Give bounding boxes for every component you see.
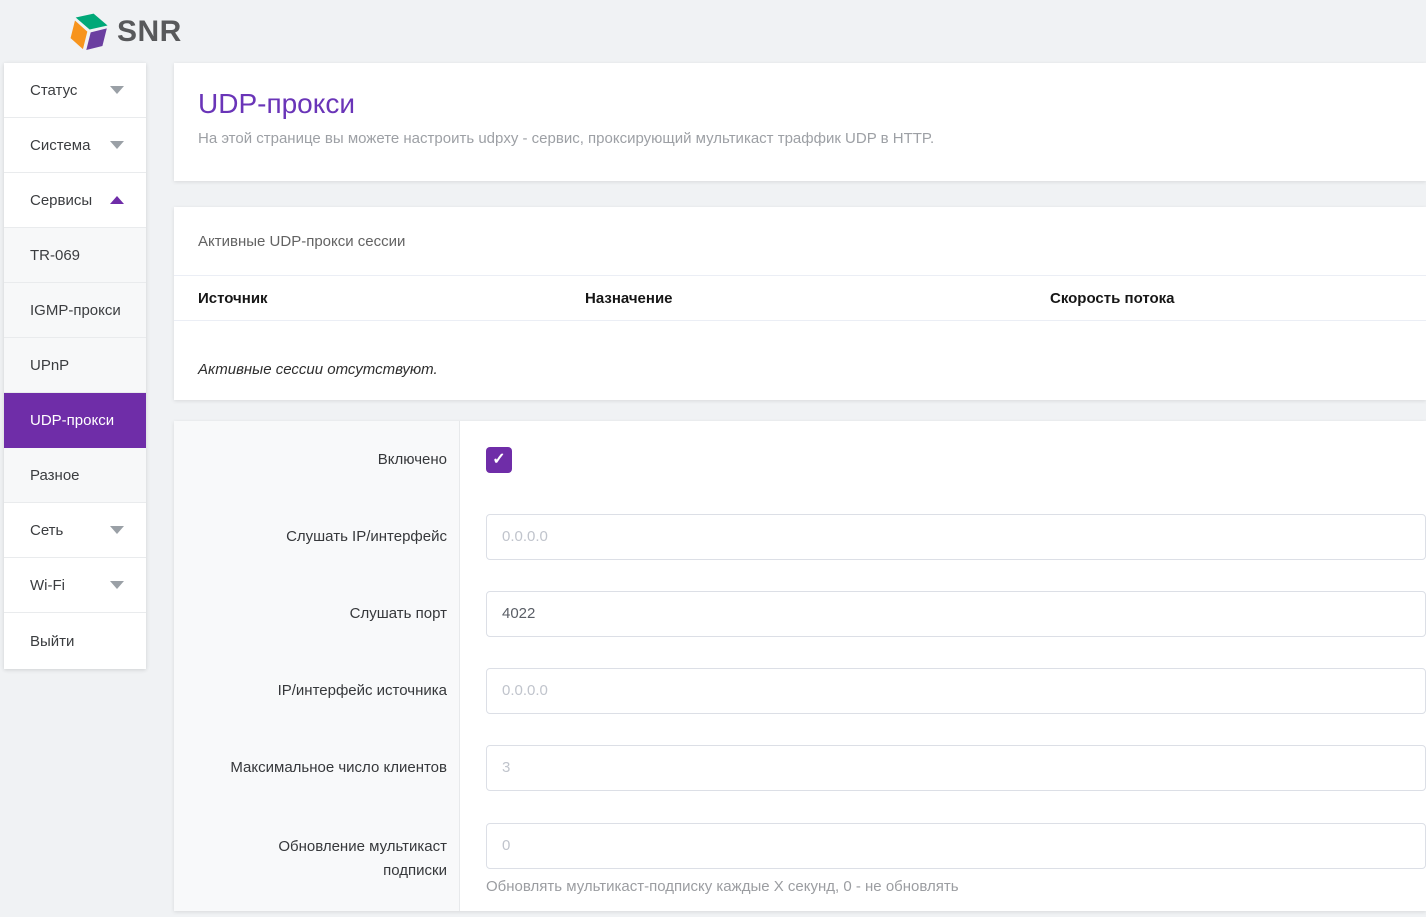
sidebar-item-network[interactable]: Сеть — [4, 503, 146, 558]
udp-proxy-settings-form: Включено Слушать IP/интерфейс Слушать по… — [174, 421, 1426, 911]
page-title: UDP-прокси — [198, 88, 1402, 120]
sidebar-item-tr069[interactable]: TR-069 — [4, 228, 146, 283]
sidebar-item-udp-proxy[interactable]: UDP-прокси — [4, 393, 146, 448]
sidebar-item-misc[interactable]: Разное — [4, 448, 146, 503]
form-input-column: ✓ Обновлять мультикаст-подписку каждые X… — [460, 421, 1426, 911]
column-header-source: Источник — [198, 290, 585, 307]
brand-logo: SNR — [70, 11, 182, 53]
sidebar-nav: Статус Система Сервисы TR-069 IGMP-прокс… — [4, 63, 146, 669]
listen-port-label: Слушать порт — [174, 575, 459, 652]
page-subtitle: На этой странице вы можете настроить udp… — [198, 130, 1402, 147]
sidebar-item-logout[interactable]: Выйти — [4, 613, 146, 669]
chevron-down-icon — [110, 86, 124, 94]
listen-ip-label: Слушать IP/интерфейс — [174, 498, 459, 575]
chevron-down-icon — [110, 526, 124, 534]
brand-name: SNR — [117, 17, 182, 47]
sidebar-item-label: Разное — [30, 467, 80, 484]
multicast-renew-help: Обновлять мультикаст-подписку каждые X с… — [486, 878, 959, 895]
page-header-card: UDP-прокси На этой странице вы можете на… — [174, 63, 1426, 181]
chevron-up-icon — [110, 196, 124, 204]
sessions-table-header: Источник Назначение Скорость потока — [174, 276, 1426, 321]
cube-logo-icon — [70, 11, 108, 53]
sidebar-item-label: Wi-Fi — [30, 577, 65, 594]
column-header-bitrate: Скорость потока — [1050, 290, 1402, 307]
listen-port-row — [486, 575, 1426, 652]
multicast-renew-label: Обновление мультикаст подписки — [174, 806, 459, 911]
sidebar-item-label: UDP-прокси — [30, 412, 114, 429]
sessions-empty-message: Активные сессии отсутствуют. — [174, 321, 1426, 400]
sidebar-item-label: TR-069 — [30, 247, 80, 264]
sidebar-item-label: Статус — [30, 82, 77, 99]
source-ip-input[interactable] — [486, 668, 1426, 714]
sidebar-item-status[interactable]: Статус — [4, 63, 146, 118]
source-ip-row — [486, 652, 1426, 729]
sidebar-item-label: IGMP-прокси — [30, 302, 121, 319]
form-label-column: Включено Слушать IP/интерфейс Слушать по… — [174, 421, 460, 911]
max-clients-input[interactable] — [486, 745, 1426, 791]
app-header: SNR — [0, 0, 1426, 63]
sidebar-item-upnp[interactable]: UPnP — [4, 338, 146, 393]
sidebar-item-services[interactable]: Сервисы — [4, 173, 146, 228]
listen-ip-row — [486, 498, 1426, 575]
listen-port-input[interactable] — [486, 591, 1426, 637]
sidebar-item-label: Выйти — [30, 633, 74, 650]
sidebar-item-label: Сеть — [30, 522, 63, 539]
sessions-card-title: Активные UDP-прокси сессии — [174, 207, 1426, 276]
listen-ip-input[interactable] — [486, 514, 1426, 560]
enabled-checkbox[interactable]: ✓ — [486, 447, 512, 473]
sidebar-item-igmp-proxy[interactable]: IGMP-прокси — [4, 283, 146, 338]
sidebar-item-wifi[interactable]: Wi-Fi — [4, 558, 146, 613]
active-sessions-card: Активные UDP-прокси сессии Источник Назн… — [174, 207, 1426, 400]
chevron-down-icon — [110, 141, 124, 149]
sidebar-item-label: Сервисы — [30, 192, 92, 209]
sidebar-item-label: Система — [30, 137, 90, 154]
source-ip-label: IP/интерфейс источника — [174, 652, 459, 729]
multicast-renew-input[interactable] — [486, 823, 1426, 869]
multicast-renew-row: Обновлять мультикаст-подписку каждые X с… — [486, 806, 1426, 911]
max-clients-label: Максимальное число клиентов — [174, 729, 459, 806]
enabled-label: Включено — [174, 421, 459, 498]
chevron-down-icon — [110, 581, 124, 589]
main-content: UDP-прокси На этой странице вы можете на… — [174, 63, 1426, 911]
max-clients-row — [486, 729, 1426, 806]
column-header-destination: Назначение — [585, 290, 1050, 307]
sidebar-item-system[interactable]: Система — [4, 118, 146, 173]
enabled-row: ✓ — [486, 421, 1426, 498]
sidebar-item-label: UPnP — [30, 357, 69, 374]
